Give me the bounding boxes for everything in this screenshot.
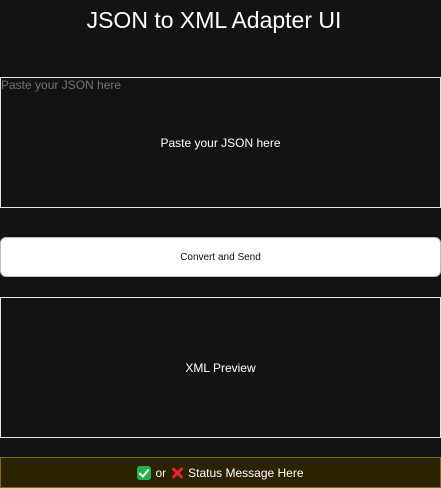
xml-preview-panel: XML Preview	[0, 297, 441, 438]
check-mark-icon	[137, 465, 152, 480]
json-input[interactable]	[0, 77, 441, 208]
cross-mark-icon	[170, 466, 184, 480]
status-message: Status Message Here	[188, 465, 304, 480]
status-separator: or	[155, 465, 167, 480]
convert-and-send-button[interactable]: Convert and Send	[0, 237, 441, 277]
xml-preview-label: XML Preview	[185, 360, 256, 375]
page-title: JSON to XML Adapter UI	[86, 7, 342, 33]
status-bar: or Status Message Here	[0, 457, 441, 488]
